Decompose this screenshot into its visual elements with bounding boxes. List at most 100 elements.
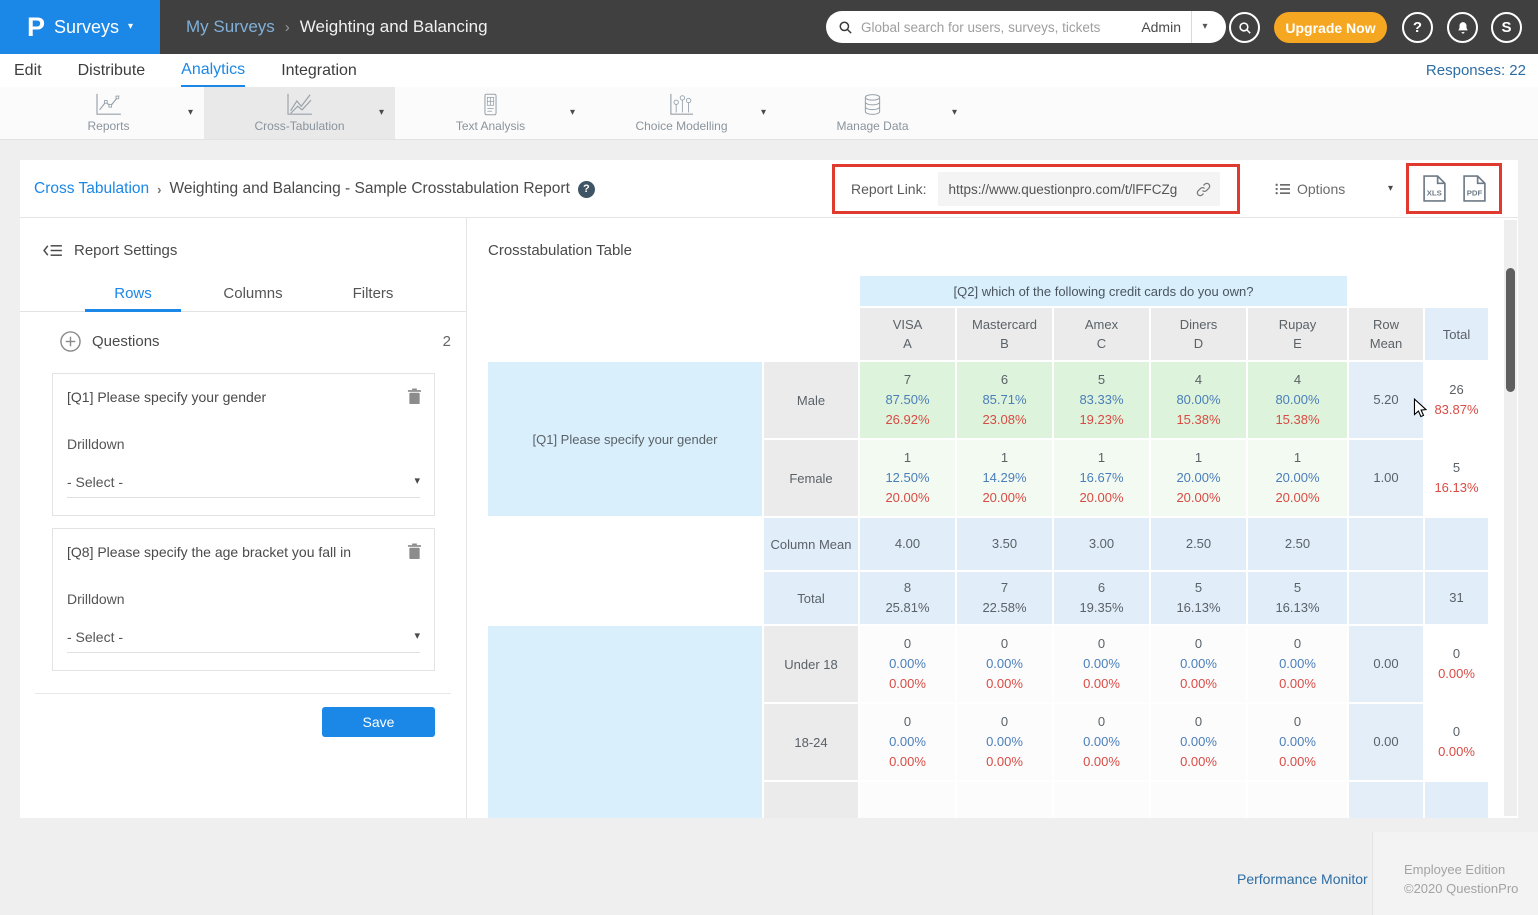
row-label-cell: Total [764,572,858,624]
crosstab-data-cell: 00.00%0.00% [1248,626,1347,702]
choice-modelling-icon [669,93,694,116]
crosstab-data-cell: 00.00%0.00% [1151,704,1246,780]
add-question-icon[interactable] [60,331,81,352]
row-total-cell: 31 [1425,572,1488,624]
user-avatar[interactable]: S [1491,12,1522,43]
app-logo-block[interactable]: P Surveys ▾ [0,0,160,54]
database-icon [863,93,882,116]
toolbar-item-text-analysis[interactable]: Text Analysis ▾ [395,87,586,139]
toolbar-label: Text Analysis [456,119,525,133]
crosstab-data-cell: 3.50 [957,518,1052,570]
text-analysis-icon [481,93,500,116]
avatar-initial: S [1501,19,1511,36]
chevron-down-icon[interactable]: ▾ [570,108,575,118]
breadcrumb-current: Weighting and Balancing [300,17,488,37]
crosstab-data-cell: 2.50 [1248,518,1347,570]
question-text: [Q8] Please specify the age bracket you … [67,544,420,560]
cross-tabulation-link[interactable]: Cross Tabulation [34,180,149,198]
toolbar-item-choice-modelling[interactable]: Choice Modelling ▾ [586,87,777,139]
crosstab-data-cell: 120.00%20.00% [1151,440,1246,516]
row-mean-cell: 5.20 [1349,362,1423,438]
drilldown-select[interactable]: - Select - ▾ [67,621,420,653]
search-submit-button[interactable] [1229,12,1260,43]
toolbar-item-reports[interactable]: Reports ▾ [13,87,204,139]
options-button[interactable]: Options [1275,160,1345,218]
export-xls-icon[interactable]: XLS [1423,175,1446,202]
performance-monitor-link[interactable]: Performance Monitor [1237,871,1368,887]
column-question-row: [Q2] which of the following credit cards… [488,276,1488,306]
chevron-down-icon[interactable]: ▾ [952,108,957,118]
crosstab-data-cell: 116.67%20.00% [1054,440,1149,516]
crosstab-data-cell [1248,782,1347,818]
search-scope-chevron-icon[interactable]: ▾ [1192,22,1218,32]
menu-item-integration[interactable]: Integration [281,54,357,87]
chevron-down-icon: ▾ [414,631,420,642]
row-total-cell: 2683.87% [1425,362,1488,438]
line-chart-icon [95,93,122,116]
upgrade-now-button[interactable]: Upgrade Now [1274,12,1387,43]
export-pdf-icon[interactable]: PDF [1463,175,1486,202]
crosstab-table: [Q2] which of the following credit cards… [486,274,1490,818]
chevron-down-icon[interactable]: ▾ [379,108,384,118]
edition-footer: Employee Edition ©2020 QuestionPro [1372,832,1538,915]
tab-columns[interactable]: Columns [193,276,313,311]
search-scope-label: Admin [1141,19,1181,35]
row-mean-cell [1349,518,1423,570]
collapse-panel-icon[interactable] [42,243,63,258]
export-annotation-box: XLS PDF [1406,163,1502,214]
trash-icon[interactable] [407,388,422,405]
chevron-down-icon: ▾ [414,476,420,487]
save-button[interactable]: Save [322,707,435,737]
notifications-button[interactable] [1447,12,1478,43]
report-link-url[interactable]: https://www.questionpro.com/t/lFFCZg [948,182,1195,197]
responses-count[interactable]: Responses: 22 [1426,54,1526,87]
crosstab-data-cell [860,782,955,818]
options-chevron-icon[interactable]: ▾ [1388,160,1393,218]
report-link-field[interactable]: https://www.questionpro.com/t/lFFCZg [938,172,1220,206]
chevron-down-icon[interactable]: ▾ [188,108,193,118]
drilldown-select[interactable]: - Select - ▾ [67,466,420,498]
global-search-bar[interactable]: Admin ▾ [826,11,1226,43]
row-label-cell: Male [764,362,858,438]
column-header-rupay: RupayE [1248,308,1347,360]
crosstab-data-cell: 787.50%26.92% [860,362,955,438]
breadcrumb-my-surveys[interactable]: My Surveys [186,17,275,37]
crosstab-data-cell: 00.00%0.00% [957,626,1052,702]
column-header-mastercard: MastercardB [957,308,1052,360]
crosstab-data-cell: 516.13% [1248,572,1347,624]
toolbar-item-cross-tabulation[interactable]: Cross-Tabulation ▾ [204,87,395,139]
row-question-label-cell [488,518,762,624]
row-mean-cell: 1.00 [1349,440,1423,516]
row-total-cell [1425,782,1488,818]
menu-item-edit[interactable]: Edit [14,54,42,87]
column-headers-row: VISAA MastercardB AmexC DinersD RupayE R… [488,308,1488,360]
menu-item-analytics[interactable]: Analytics [181,54,245,87]
chevron-down-icon[interactable]: ▾ [761,108,766,118]
questions-section-header: Questions 2 [60,324,451,358]
help-tooltip-icon[interactable]: ? [578,181,595,198]
toolbar-item-manage-data[interactable]: Manage Data ▾ [777,87,968,139]
options-label: Options [1297,181,1345,197]
row-label-cell: Column Mean [764,518,858,570]
column-header-visa: VISAA [860,308,955,360]
row-mean-cell: 0.00 [1349,626,1423,702]
column-header-row-mean: RowMean [1349,308,1423,360]
drilldown-label: Drilldown [67,591,125,607]
help-button[interactable]: ? [1402,12,1433,43]
crosstab-data-cell: 00.00%0.00% [1054,626,1149,702]
crosstab-data-cell: 112.50%20.00% [860,440,955,516]
link-icon[interactable] [1195,181,1212,198]
scrollbar-thumb[interactable] [1506,268,1515,392]
row-label-cell [764,782,858,818]
search-input[interactable] [861,20,1141,35]
breadcrumb-separator: › [157,182,161,197]
menu-item-distribute[interactable]: Distribute [78,54,146,87]
crosstab-data-cell: 825.81% [860,572,955,624]
tab-filters[interactable]: Filters [313,276,433,311]
tab-rows[interactable]: Rows [73,276,193,311]
crosstab-data-cell: 00.00%0.00% [860,626,955,702]
svg-text:XLS: XLS [1426,188,1441,197]
report-breadcrumb: Cross Tabulation › Weighting and Balanci… [34,160,595,218]
crosstab-table-wrap: [Q2] which of the following credit cards… [486,274,1498,818]
trash-icon[interactable] [407,543,422,560]
